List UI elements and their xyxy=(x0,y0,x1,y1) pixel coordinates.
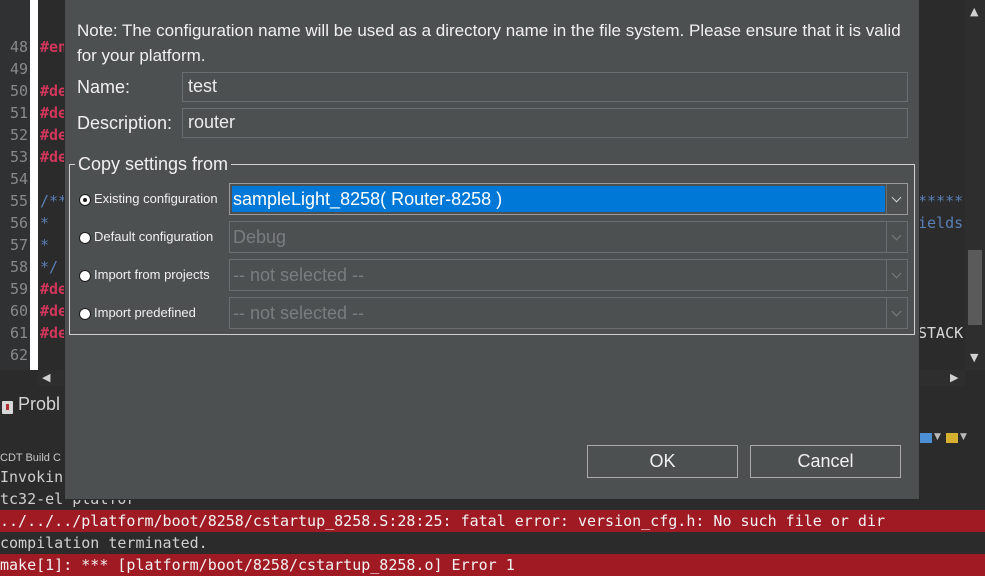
scroll-left-arrow-icon[interactable]: ◀ xyxy=(42,372,50,384)
line-number: 61 xyxy=(9,324,28,342)
cancel-button[interactable]: Cancel xyxy=(750,445,901,478)
existing-configuration-value: sampleLight_8258( Router-8258 ) xyxy=(232,186,885,212)
code-line: * xyxy=(40,236,50,254)
display-console-icon[interactable] xyxy=(920,433,932,443)
open-console-icon[interactable] xyxy=(946,433,958,443)
description-field[interactable]: router xyxy=(182,108,908,138)
default-configuration-value: Debug xyxy=(233,227,287,247)
code-line-fragment: ields xyxy=(918,214,964,232)
import-predefined-value: -- not selected -- xyxy=(233,303,365,323)
code-line-fragment: ***** xyxy=(918,192,964,210)
import-from-projects-value: -- not selected -- xyxy=(233,265,365,285)
line-number: 55 xyxy=(9,192,28,210)
overview-ruler-left xyxy=(30,0,38,370)
line-number: 57 xyxy=(9,236,28,254)
existing-configuration-label: Existing configuration xyxy=(94,191,218,206)
line-number: 58 xyxy=(9,258,28,276)
code-line: * xyxy=(40,214,50,232)
dialog-note: Note: The configuration name will be use… xyxy=(77,21,901,65)
line-number: 50 xyxy=(9,82,28,100)
import-from-projects-radio[interactable] xyxy=(79,270,91,282)
default-configuration-radio[interactable] xyxy=(79,232,91,244)
code-line-fragment: STACK xyxy=(918,324,964,342)
name-label: Name: xyxy=(77,77,131,97)
console-toolbar: ▼ ▼ xyxy=(918,430,985,450)
import-from-projects-dropdown[interactable]: -- not selected -- xyxy=(229,259,908,291)
scroll-right-arrow-icon[interactable]: ▶ xyxy=(950,372,958,384)
import-predefined-label: Import predefined xyxy=(94,305,196,320)
ok-button[interactable]: OK xyxy=(587,445,738,478)
console-title: CDT Build C xyxy=(0,452,61,464)
problems-icon xyxy=(2,401,13,414)
line-number: 53 xyxy=(9,148,28,166)
chevron-down-icon[interactable] xyxy=(886,260,907,290)
existing-configuration-dropdown[interactable]: sampleLight_8258( Router-8258 ) xyxy=(229,183,908,215)
name-field[interactable]: test xyxy=(182,72,908,102)
chevron-down-icon[interactable] xyxy=(886,184,907,214)
chevron-down-icon[interactable]: ▼ xyxy=(960,432,967,442)
import-predefined-dropdown[interactable]: -- not selected -- xyxy=(229,297,908,329)
default-configuration-dropdown[interactable]: Debug xyxy=(229,221,908,253)
code-text-right-edge: ***** ields STACK xyxy=(918,0,966,370)
console-error-line: ../../../platform/boot/8258/cstartup_825… xyxy=(0,510,985,532)
scroll-down-arrow-icon[interactable]: ▼ xyxy=(970,352,978,364)
chevron-down-icon[interactable] xyxy=(886,222,907,252)
tab-problems-label: Probl xyxy=(18,394,61,414)
chevron-down-icon[interactable]: ▼ xyxy=(934,432,941,442)
scroll-up-arrow-icon[interactable]: ▲ xyxy=(970,6,978,18)
existing-configuration-radio[interactable] xyxy=(79,194,91,206)
line-number: 48 xyxy=(9,38,28,56)
line-number: 51 xyxy=(9,104,28,122)
console-error-line: make[1]: *** [platform/boot/8258/cstartu… xyxy=(0,554,985,576)
copy-settings-group-title: Copy settings from xyxy=(75,154,232,175)
default-configuration-label: Default configuration xyxy=(94,229,214,244)
code-line: */ xyxy=(40,258,59,276)
import-from-projects-label: Import from projects xyxy=(94,267,210,282)
editor-vertical-scrollbar[interactable]: ▲ ▼ xyxy=(965,0,985,370)
line-number: 52 xyxy=(9,126,28,144)
line-number: 62 xyxy=(9,346,28,364)
description-label: Description: xyxy=(77,113,173,133)
line-number: 54 xyxy=(9,170,28,188)
line-number: 56 xyxy=(9,214,28,232)
chevron-down-icon[interactable] xyxy=(886,298,907,328)
line-number: 60 xyxy=(9,302,28,320)
new-configuration-dialog: Note: The configuration name will be use… xyxy=(64,0,920,500)
line-number: 59 xyxy=(9,280,28,298)
vertical-scroll-thumb[interactable] xyxy=(968,250,982,325)
import-predefined-radio[interactable] xyxy=(79,308,91,320)
console-line: compilation terminated. xyxy=(0,534,208,552)
line-number: 49 xyxy=(9,60,28,78)
